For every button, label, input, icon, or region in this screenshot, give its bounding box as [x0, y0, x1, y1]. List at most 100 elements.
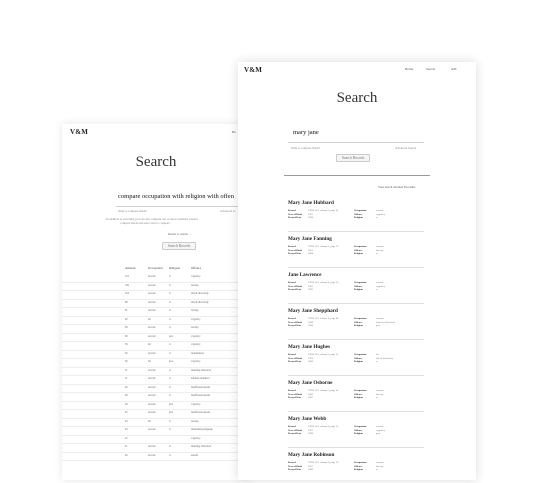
value-religion: rc — [376, 252, 378, 255]
label-religion: Religion — [354, 360, 363, 363]
advanced-search-link[interactable]: Advanced Search — [395, 146, 416, 150]
cell-occupation: servant — [148, 445, 156, 448]
front-page-card: V&M Home Search API Search mary jane Wan… — [238, 62, 476, 480]
cell-religion: rc — [169, 352, 171, 355]
site-logo[interactable]: V&M — [70, 128, 88, 136]
result-name[interactable]: Mary Jane Osborne — [288, 380, 332, 386]
cell-amount: 49 — [125, 386, 128, 389]
result-name[interactable]: Jane Lawrence — [288, 272, 321, 278]
cell-occupation: servant — [148, 411, 156, 414]
cell-religion: rc — [169, 445, 171, 448]
label-religion: Religion — [354, 324, 363, 327]
cell-religion: rc — [169, 394, 171, 397]
cell-offence: threatening language — [191, 428, 213, 431]
advanced-search-link[interactable]: Advanced se — [220, 209, 235, 213]
cell-occupation: servant — [148, 301, 156, 304]
cell-offence: drunkenness — [191, 352, 204, 355]
cell-amount: 48 — [125, 403, 128, 406]
label-record-date: Record Date — [288, 432, 301, 435]
label-record-date: Record Date — [288, 324, 301, 327]
column-header-occupation[interactable]: Occupation — [148, 266, 163, 270]
cell-religion: rc — [169, 428, 171, 431]
cell-religion: rc — [169, 420, 171, 423]
cell-occupation: servant — [148, 292, 156, 295]
result-name[interactable]: Mary Jane Fanning — [288, 236, 332, 242]
cell-amount: 62 — [125, 318, 128, 321]
result-name[interactable]: Mary Jane Hughes — [288, 344, 330, 350]
cell-amount: 41 — [125, 445, 128, 448]
return-to-results-link[interactable]: Return to results → — [168, 232, 192, 236]
cell-offence: assault — [191, 454, 198, 457]
table-row: 40 servant rc assault — [62, 452, 250, 462]
nav-link-search[interactable]: Search — [426, 67, 435, 71]
cell-offence: vagrancy — [191, 335, 201, 338]
cell-offence: vagrancy — [191, 318, 201, 321]
cell-amount: 51 — [125, 369, 128, 372]
cell-offence: larceny — [191, 284, 199, 287]
search-query-input[interactable]: compare occupation with religion with of… — [118, 193, 234, 200]
cell-amount: 89 — [125, 301, 128, 304]
cell-offence: larceny — [191, 420, 199, 423]
cell-religion: rc — [169, 301, 171, 304]
value-offence: idle & disorderly — [376, 357, 393, 360]
results-divider — [284, 175, 430, 176]
description-line-2: compare fields and select text to compar… — [120, 221, 170, 225]
value-religion: rc — [376, 360, 378, 363]
search-underline — [288, 142, 424, 143]
search-help-text: Want to compare fields? — [118, 209, 147, 213]
cell-religion: rc — [169, 284, 171, 287]
result-name[interactable]: Mary Jane Shepphard — [288, 308, 338, 314]
cell-occupation: servant — [148, 454, 156, 457]
value-record-date: 1886 — [308, 324, 313, 327]
label-religion: Religion — [354, 396, 363, 399]
cell-occupation: servant — [148, 386, 156, 389]
result-name[interactable]: Mary Jane Webb — [288, 416, 326, 422]
cell-religion: rc — [169, 318, 171, 321]
label-religion: Religion — [354, 468, 363, 471]
cell-offence: insufficient means — [191, 411, 210, 414]
cell-religion: rc — [169, 292, 171, 295]
cell-amount: 56 — [125, 352, 128, 355]
label-record-date: Record Date — [288, 360, 301, 363]
cell-amount: 122 — [125, 275, 129, 278]
cell-offence: vagrancy — [191, 343, 201, 346]
result-name[interactable]: Mary Jane Robinson — [288, 452, 334, 458]
label-religion: Religion — [354, 432, 363, 435]
column-header-offence[interactable]: Offence — [191, 266, 201, 270]
page-title: Search — [62, 154, 250, 171]
label-record-date: Record Date — [288, 288, 301, 291]
search-query-input[interactable]: mary jane — [293, 129, 319, 136]
column-header-amount[interactable]: Amount — [125, 266, 135, 270]
search-underline — [116, 206, 250, 207]
cell-occupation: servant — [148, 394, 156, 397]
value-religion: rc — [376, 216, 378, 219]
cell-amount: 40 — [125, 454, 128, 457]
cell-religion: rc — [169, 454, 171, 457]
cell-occupation: servant — [148, 326, 156, 329]
search-records-button[interactable]: Search Records — [336, 154, 370, 162]
cell-offence: insulting behaviour — [191, 445, 211, 448]
cell-occupation: nil — [148, 318, 151, 321]
cell-offence: vagrancy — [191, 403, 201, 406]
cell-religion: rc — [169, 369, 171, 372]
search-records-button[interactable]: Search Records — [162, 242, 196, 250]
cell-amount: 56 — [125, 360, 128, 363]
label-record-date: Record Date — [288, 468, 301, 471]
nav-link-home[interactable]: Ho — [232, 130, 236, 134]
site-logo[interactable]: V&M — [244, 66, 262, 74]
result-name[interactable]: Mary Jane Hubbard — [288, 200, 334, 206]
cell-amount: 43 — [125, 428, 128, 431]
cell-amount: 43 — [125, 420, 128, 423]
nav-link-home[interactable]: Home — [405, 67, 413, 71]
value-record-date: 1889 — [308, 468, 313, 471]
cell-amount: 45 — [125, 411, 128, 414]
value-record-date: 1884 — [308, 252, 313, 255]
cell-offence: larceny — [191, 326, 199, 329]
cell-occupation: servant — [148, 275, 156, 278]
label-religion: Religion — [354, 288, 363, 291]
value-religion: rc — [376, 288, 378, 291]
cell-amount: 42 — [125, 437, 128, 440]
value-religion: rc — [376, 468, 378, 471]
column-header-religion[interactable]: Religion — [169, 266, 180, 270]
nav-link-api[interactable]: API — [451, 67, 456, 71]
